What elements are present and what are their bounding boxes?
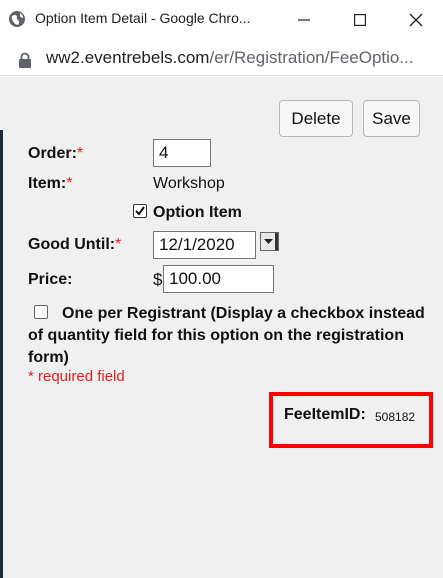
checkmark-icon [135,206,145,216]
required-marker: * [76,145,84,162]
fee-item-id-value: 508182 [375,410,416,424]
address-bar[interactable]: ww2.eventrebels.com/er/Registration/FeeO… [0,40,443,76]
maximize-icon [354,14,366,26]
item-value: Workshop [153,175,225,192]
required-field-note: * required field [28,368,125,385]
lock-icon [19,52,31,68]
order-input[interactable]: 4 [153,139,211,167]
option-item-checkbox[interactable] [133,204,147,218]
dropdown-arrow-icon [264,233,278,250]
minimize-icon [298,19,310,21]
globe-icon [9,11,25,27]
price-label: Price: [28,271,73,288]
good-until-label: Good Until:* [28,236,122,253]
one-per-registrant-label: One per Registrant (Display a checkbox i… [28,305,425,366]
required-marker: * [66,175,73,192]
minimize-button[interactable] [281,0,327,40]
close-button[interactable] [393,0,439,40]
url-text[interactable]: ww2.eventrebels.com/er/Registration/FeeO… [46,48,414,68]
maximize-button[interactable] [337,0,383,40]
url-path: /er/Registration/FeeOptio... [209,48,414,67]
url-domain: ww2.eventrebels.com [46,48,210,67]
background-window-edge [0,130,3,578]
option-item-label: Option Item [153,204,242,221]
window-title: Option Item Detail - Google Chro... [35,10,251,26]
calendar-picker-button[interactable] [260,232,279,251]
order-label: Order:* [28,145,84,162]
good-until-input[interactable]: 12/1/2020 [153,231,256,259]
price-input[interactable]: 100.00 [163,265,274,293]
close-icon [409,13,423,27]
currency-symbol: $ [153,270,163,289]
item-label: Item:* [28,175,73,192]
window-titlebar: Option Item Detail - Google Chro... [0,0,443,40]
required-marker: * [115,236,122,253]
delete-button[interactable]: Delete [279,100,353,137]
save-button[interactable]: Save [363,100,420,137]
fee-item-id-label: FeeItemID: [284,406,366,423]
